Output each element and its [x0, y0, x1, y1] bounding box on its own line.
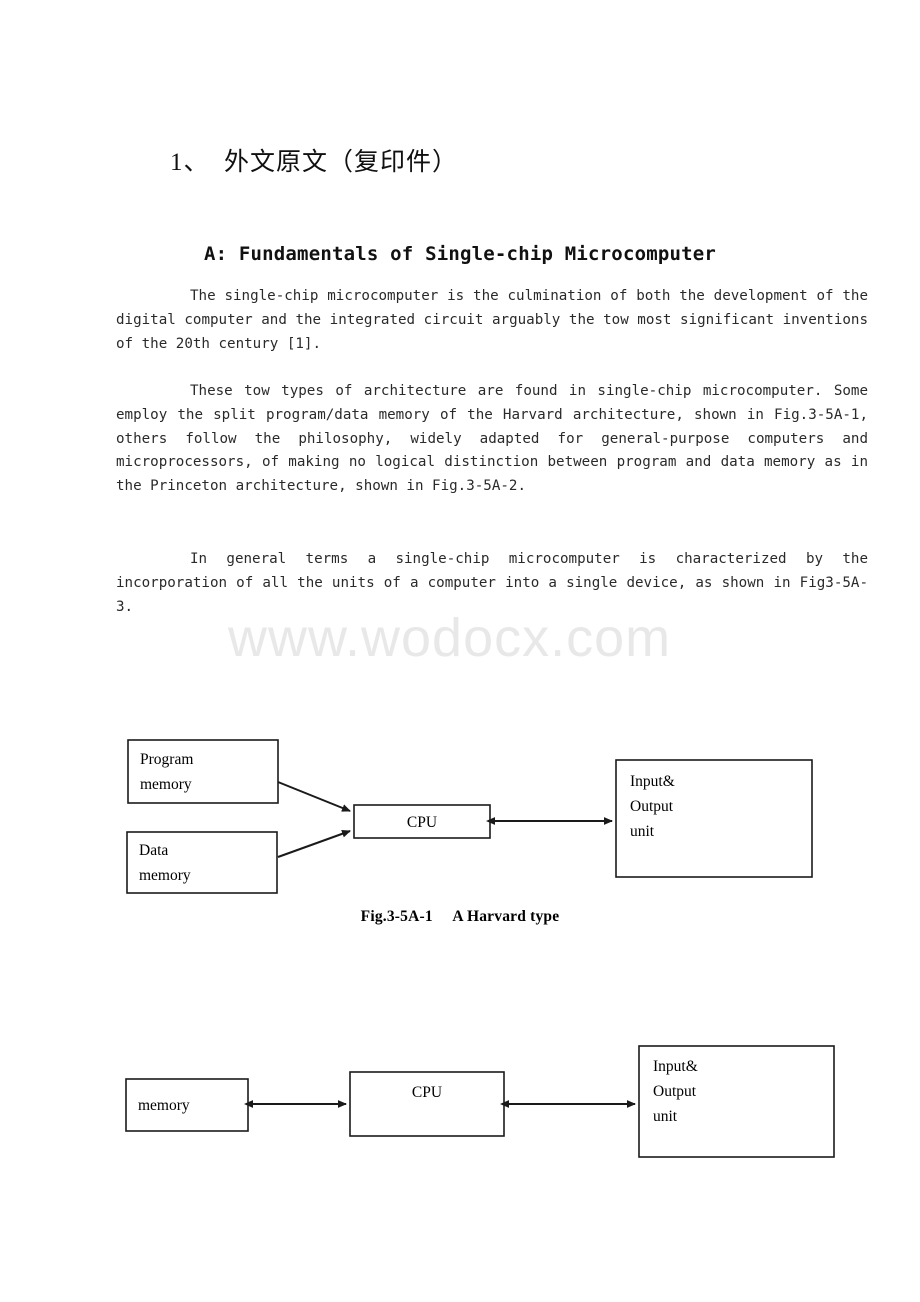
box-io-princeton-label-line1: Input& [653, 1058, 698, 1075]
section-title: 1、 外文原文（复印件） [170, 149, 459, 176]
box-memory-label: memory [138, 1097, 190, 1114]
box-input-output-unit: Input& Output unit [615, 759, 813, 878]
box-io-label-line3: unit [630, 823, 655, 840]
box-io-label-line1: Input& [630, 773, 675, 790]
box-cpu-princeton: CPU [349, 1071, 505, 1137]
box-input-output-unit-princeton: Input& Output unit [638, 1045, 835, 1158]
princeton-diagram-canvas: memory CPU Input& Output unit [125, 1045, 835, 1158]
box-io-label-line2: Output [630, 798, 674, 815]
box-io-princeton-label-line3: unit [653, 1108, 678, 1125]
figure-princeton-architecture: memory CPU Input& Output unit [0, 1025, 920, 1205]
paragraph-1: The single-chip microcomputer is the cul… [116, 285, 868, 356]
box-data-memory-label-line1: Data [139, 842, 168, 859]
figure-harvard-caption: Fig.3-5A-1 A Harvard type [360, 908, 560, 925]
box-cpu-label: CPU [407, 814, 437, 831]
paragraph-3-text: In general terms a single-chip microcomp… [116, 551, 877, 615]
box-program-memory: Program memory [127, 739, 279, 804]
arrow-program-memory-to-cpu [277, 781, 351, 812]
article-heading: A: Fundamentals of Single-chip Microcomp… [203, 243, 717, 265]
box-program-memory-label-line2: memory [140, 776, 192, 793]
box-program-memory-label-line1: Program [140, 751, 193, 768]
box-data-memory: Data memory [126, 831, 278, 894]
box-io-princeton-label-line2: Output [653, 1083, 697, 1100]
box-cpu: CPU [353, 804, 491, 839]
arrow-data-memory-to-cpu [277, 830, 351, 858]
watermark: www.wodocx.com [228, 608, 672, 668]
box-data-memory-label-line2: memory [139, 867, 191, 884]
document-page: 1、 外文原文（复印件） A: Fundamentals of Single-c… [0, 0, 920, 1302]
box-memory: memory [125, 1078, 249, 1132]
box-cpu-princeton-label: CPU [412, 1084, 442, 1101]
paragraph-1-text: The single-chip microcomputer is the cul… [116, 288, 877, 352]
paragraph-2: These tow types of architecture are foun… [116, 380, 868, 499]
paragraph-2-text: These tow types of architecture are foun… [116, 383, 877, 495]
